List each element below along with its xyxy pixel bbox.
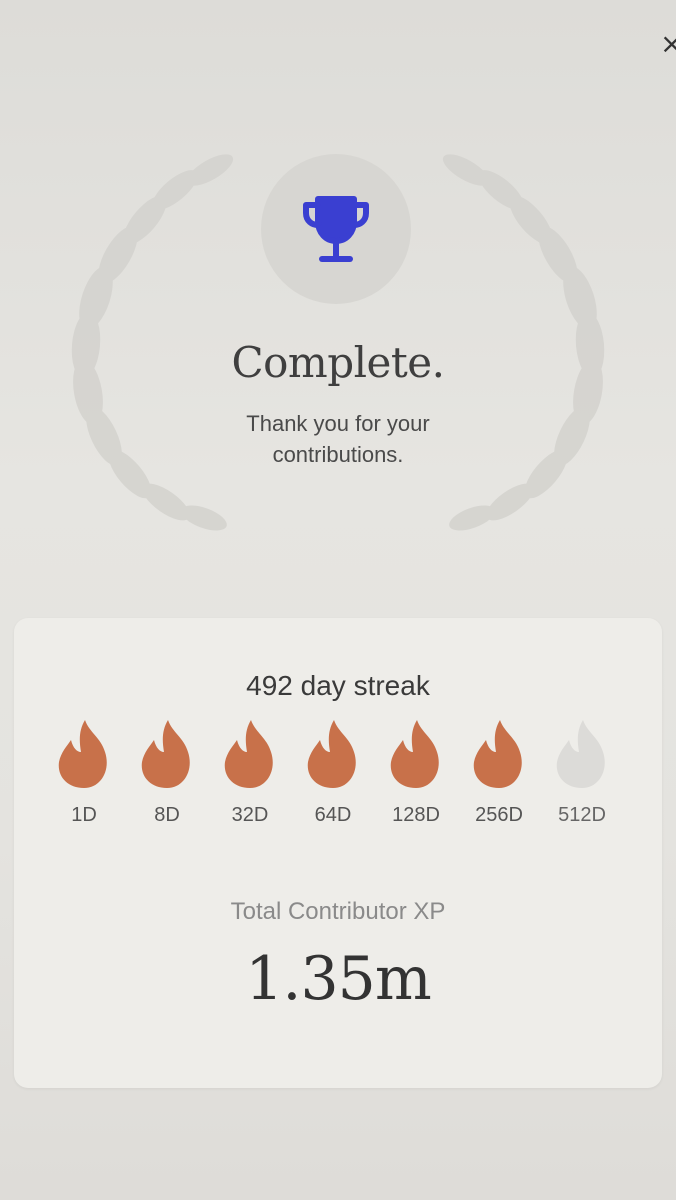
- streak-milestones: 1D 8D 32D 64D 128D 256D 512D: [50, 718, 650, 848]
- flame-icon: [390, 720, 439, 788]
- flame-icon: [556, 720, 605, 788]
- streak-milestone: 64D: [293, 718, 373, 838]
- completion-subtitle: Thank you for your contributions.: [246, 411, 430, 467]
- streak-milestone: 1D: [44, 718, 124, 838]
- completion-title: Complete.: [231, 338, 445, 387]
- streak-milestone: 32D: [210, 718, 290, 838]
- milestone-label: 512D: [558, 804, 606, 826]
- streak-label: 492 day streak: [246, 670, 430, 701]
- streak-milestone: 512D: [542, 718, 622, 838]
- streak-milestone: 8D: [127, 718, 207, 838]
- flame-icon: [224, 720, 273, 788]
- trophy-badge: [261, 154, 411, 304]
- flame-icon: [307, 720, 356, 788]
- streak-milestone: 256D: [459, 718, 539, 838]
- flame-icon: [58, 720, 107, 788]
- xp-value: 1.35m: [245, 944, 432, 1014]
- milestone-label: 8D: [154, 804, 180, 826]
- stats-card: 492 day streak 1D 8D 32D 64D 128D 256D 512D To…: [14, 618, 662, 1088]
- milestone-label: 32D: [231, 804, 269, 826]
- milestone-label: 1D: [71, 804, 97, 826]
- trophy-icon: [303, 196, 369, 262]
- flame-icon: [141, 720, 190, 788]
- flame-icon: [473, 720, 522, 788]
- streak-milestone: 128D: [376, 718, 456, 838]
- xp-label: Total Contributor XP: [230, 898, 446, 925]
- milestone-label: 256D: [475, 804, 523, 826]
- milestone-label: 64D: [314, 804, 352, 826]
- milestone-label: 128D: [392, 804, 440, 826]
- close-button[interactable]: ×: [660, 28, 676, 60]
